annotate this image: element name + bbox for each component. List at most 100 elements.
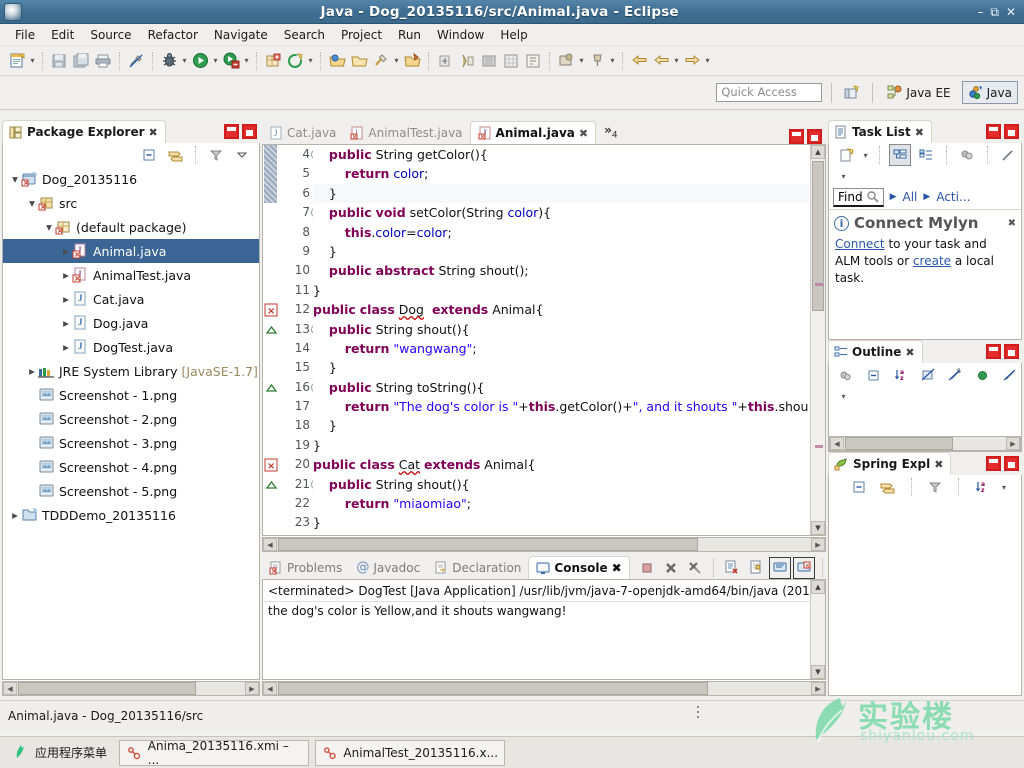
maximize-view-button[interactable] <box>1004 124 1019 139</box>
tree-item-src[interactable]: × src <box>3 191 259 215</box>
editor-tab-animaltest[interactable]: J × AnimalTest.java <box>343 121 469 144</box>
code-line[interactable]: public class Dog extends Animal{ <box>313 300 809 319</box>
close-icon[interactable]: ✖ <box>934 458 943 471</box>
editor-tab-cat[interactable]: J Cat.java <box>262 121 343 144</box>
package-explorer-tree[interactable]: ×Dog_20135116×src×(default package)J×Ani… <box>2 167 260 680</box>
search-dropdown-icon[interactable]: ▾ <box>392 50 401 72</box>
filter-all[interactable]: All <box>903 190 918 204</box>
new-wizard-dropdown-icon[interactable]: ▾ <box>28 50 37 72</box>
new-java-class-dropdown-icon[interactable]: ▾ <box>306 50 315 72</box>
tree-item-screenshot-2-png[interactable]: Screenshot - 2.png <box>3 407 259 431</box>
block-selection-icon[interactable] <box>478 50 500 72</box>
tab-console[interactable]: Console ✖ <box>528 556 630 579</box>
debug-icon[interactable] <box>158 50 180 72</box>
minimize-view-button[interactable] <box>224 124 239 139</box>
previous-annotation-icon[interactable] <box>456 50 478 72</box>
window-controls[interactable]: – ⧉ ✕ <box>977 6 1024 18</box>
close-icon[interactable]: ✖ <box>905 346 914 359</box>
minimize-view-button[interactable] <box>986 124 1001 139</box>
minimize-view-button[interactable] <box>986 456 1001 471</box>
menu-navigate[interactable]: Navigate <box>207 26 275 44</box>
scroll-left-icon[interactable]: ◀ <box>263 682 277 695</box>
scroll-thumb[interactable] <box>278 538 698 551</box>
menu-window[interactable]: Window <box>430 26 491 44</box>
remove-all-launches-icon[interactable] <box>684 557 706 579</box>
collapse-arrow-icon[interactable] <box>60 293 72 305</box>
open-perspective-icon[interactable] <box>841 82 863 104</box>
code-line[interactable]: public abstract String shout(); <box>313 261 809 280</box>
editor-hscrollbar[interactable]: ◀ ▶ <box>262 537 826 552</box>
resize-grip[interactable] <box>697 711 699 713</box>
hide-non-public-icon[interactable] <box>972 364 993 386</box>
editor-annotation-ruler[interactable]: × × <box>263 145 279 535</box>
code-line[interactable]: } <box>313 358 809 377</box>
close-icon[interactable]: ✖ <box>149 126 158 139</box>
menu-edit[interactable]: Edit <box>44 26 81 44</box>
new-task-dropdown-icon[interactable]: ▾ <box>861 144 870 166</box>
minimize-editor-button[interactable] <box>789 129 804 144</box>
tree-item-screenshot-1-png[interactable]: Screenshot - 1.png <box>3 383 259 407</box>
menu-file[interactable]: File <box>8 26 42 44</box>
new-window-icon[interactable] <box>555 50 577 72</box>
collapse-all-icon[interactable] <box>997 144 1019 166</box>
code-line[interactable]: public class Cat extends Animal{ <box>313 455 809 474</box>
tab-package-explorer[interactable]: Package Explorer ✖ <box>2 120 166 143</box>
display-selected-console-icon[interactable]: × <box>792 556 815 579</box>
scroll-left-icon[interactable]: ◀ <box>830 437 844 450</box>
scroll-right-icon[interactable]: ▶ <box>245 682 259 695</box>
code-line[interactable]: public void setColor(String color){ <box>313 203 809 222</box>
code-line[interactable]: } <box>313 436 809 455</box>
forward-icon[interactable] <box>681 50 703 72</box>
quick-access-input[interactable]: Quick Access <box>716 83 823 102</box>
close-button[interactable]: ✕ <box>1006 6 1016 18</box>
scroll-up-icon[interactable]: ▲ <box>811 580 825 594</box>
tab-declaration[interactable]: Declaration <box>427 556 528 579</box>
run-external-dropdown-icon[interactable]: ▾ <box>242 50 251 72</box>
code-line[interactable]: public String shout(){ <box>313 475 809 494</box>
pin-editor-dropdown-icon[interactable]: ▾ <box>608 50 617 72</box>
new-window-dropdown-icon[interactable]: ▾ <box>577 50 586 72</box>
editor-tab-animal[interactable]: J × Animal.java ✖ <box>469 121 597 144</box>
tree-item-screenshot-4-png[interactable]: Screenshot - 4.png <box>3 455 259 479</box>
package-explorer-hscrollbar[interactable]: ◀ ▶ <box>2 681 260 696</box>
console-hscrollbar[interactable]: ◀ ▶ <box>262 681 826 696</box>
collapse-arrow-icon[interactable] <box>60 341 72 353</box>
sort-icon[interactable]: az <box>890 364 911 386</box>
code-line[interactable]: public String toString(){ <box>313 378 809 397</box>
toggle-word-wrap-icon[interactable] <box>522 50 544 72</box>
view-menu-filter-icon[interactable] <box>205 144 227 166</box>
pin-editor-icon[interactable] <box>586 50 608 72</box>
categorize-icon[interactable] <box>889 144 911 166</box>
code-line[interactable]: } <box>313 513 809 532</box>
close-icon[interactable]: ✖ <box>915 126 924 139</box>
taskbar-window-anima[interactable]: Anima_20135116.xmi – ... <box>119 739 310 766</box>
collapse-arrow-icon[interactable] <box>60 269 72 281</box>
previous-edit-icon[interactable] <box>628 50 650 72</box>
maximize-view-button[interactable] <box>242 124 257 139</box>
show-console-icon[interactable] <box>768 556 791 579</box>
scroll-down-icon[interactable]: ▼ <box>811 665 825 679</box>
hide-static-icon[interactable]: S <box>945 364 966 386</box>
scroll-down-icon[interactable]: ▼ <box>811 521 825 535</box>
scroll-up-icon[interactable]: ▲ <box>811 145 825 159</box>
console-vscrollbar[interactable]: ▲ ▼ <box>810 580 825 679</box>
tree-item-jre-system-library[interactable]: JRE System Library [JavaSE-1.7] <box>3 359 259 383</box>
close-icon[interactable]: ✖ <box>1008 218 1016 229</box>
tree-item-dog-java[interactable]: J Dog.java <box>3 311 259 335</box>
hide-fields-icon[interactable] <box>917 364 938 386</box>
code-line[interactable]: return color; <box>313 164 809 183</box>
find-input[interactable]: Find <box>833 187 884 207</box>
view-menu-icon[interactable] <box>231 144 253 166</box>
editor-vscrollbar[interactable]: ▲ ▼ <box>810 145 825 535</box>
minimize-view-button[interactable] <box>986 344 1001 359</box>
last-edit-location-icon[interactable] <box>401 50 423 72</box>
code-line[interactable]: } <box>313 242 809 261</box>
scroll-thumb[interactable] <box>812 161 824 311</box>
tree-item-screenshot-5-png[interactable]: Screenshot - 5.png <box>3 479 259 503</box>
filter-icon[interactable] <box>924 476 946 498</box>
view-menu-icon[interactable]: ▾ <box>839 385 848 407</box>
link-with-editor-icon[interactable] <box>164 144 186 166</box>
collapse-arrow-icon[interactable] <box>60 317 72 329</box>
close-icon[interactable]: ✖ <box>579 127 588 140</box>
terminate-icon[interactable] <box>636 557 658 579</box>
